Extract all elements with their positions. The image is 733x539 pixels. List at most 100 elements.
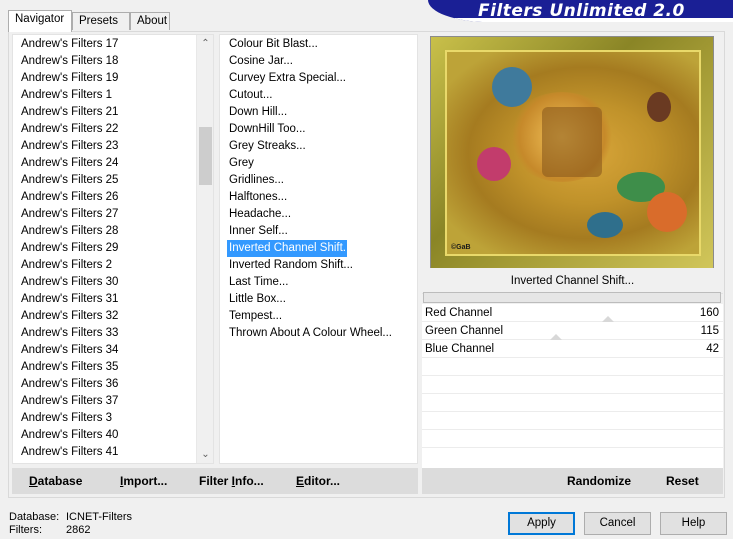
category-list[interactable]: Andrew's Filters 17 Andrew's Filters 18 An… [12,34,214,464]
tab-about[interactable]: About [130,12,170,30]
progress-bar [423,292,721,303]
filter-item[interactable]: Inverted Random Shift... [220,257,417,274]
randomize-button[interactable]: Randomize [567,474,631,488]
preview-picture: ©GaB [445,50,701,256]
category-scrollbar[interactable]: ⌃ ⌄ [196,35,213,463]
category-item[interactable]: Andrew's Filters 28 [13,223,193,240]
status-filters-label: Filters: [9,524,42,536]
selected-filter-name: Inverted Channel Shift... [422,268,723,294]
slider-value: 42 [706,343,719,355]
category-item[interactable]: Andrew's Filters 29 [13,240,193,257]
scroll-up-arrow-icon[interactable]: ⌃ [197,35,213,52]
help-button[interactable]: Help [660,512,727,535]
category-item[interactable]: Andrew's Filters 41 [13,444,193,461]
slider-value: 160 [699,307,719,319]
category-item[interactable]: Andrew's Filters 17 [13,36,193,53]
preview-flower-teal [587,212,623,238]
category-item[interactable]: Andrew's Filters 31 [13,291,193,308]
slider-label: Green Channel [425,325,503,337]
bottom-toolbar: Database Import... Filter Info... Editor… [12,468,418,494]
editor-button-label: Editor... [296,474,341,488]
filter-item[interactable]: Headache... [220,206,417,223]
filter-item[interactable]: Thrown About A Colour Wheel... [220,325,417,342]
slider-green-channel[interactable]: Green Channel 115 [422,322,723,340]
category-item[interactable]: Andrew's Filters 35 [13,359,193,376]
filter-items: Colour Bit Blast... Cosine Jar... Curvey E… [220,35,417,342]
slider-empty-row [422,376,723,394]
filter-item[interactable]: Little Box... [220,291,417,308]
filter-item[interactable]: Halftones... [220,189,417,206]
category-items: Andrew's Filters 17 Andrew's Filters 18 An… [13,36,193,463]
category-item[interactable]: Andrew's Filters 19 [13,70,193,87]
category-item[interactable]: Andrew's Filters 27 [13,206,193,223]
category-item[interactable]: Andrew's Filters 18 [13,53,193,70]
status-filters-value: 2862 [66,524,91,536]
preview-flower-orange [647,192,687,232]
slider-empty-row [422,358,723,376]
tab-navigator[interactable]: Navigator [8,10,72,32]
category-item[interactable]: Andrew's Filters 22 [13,121,193,138]
slider-label: Blue Channel [425,343,495,355]
scroll-down-arrow-icon[interactable]: ⌄ [197,446,213,463]
title-banner: Filters Unlimited 2.0 [428,0,733,22]
filter-item[interactable]: Last Time... [220,274,417,291]
category-item[interactable]: Andrew's Filters 42 [13,461,193,463]
import-button[interactable]: Import... [120,474,167,488]
parameter-toolbar: Randomize Reset [422,468,723,494]
cancel-button[interactable]: Cancel [584,512,651,535]
editor-button[interactable]: Editor... [296,474,340,488]
category-item[interactable]: Andrew's Filters 3 [13,410,193,427]
category-item[interactable]: Andrew's Filters 2 [13,257,193,274]
filter-item[interactable]: Curvey Extra Special... [220,70,417,87]
category-item[interactable]: Andrew's Filters 23 [13,138,193,155]
filter-item[interactable]: Grey Streaks... [220,138,417,155]
filter-item[interactable]: Tempest... [220,308,417,325]
preview-image: ©GaB [430,36,714,270]
filter-item[interactable]: Inner Self... [220,223,417,240]
filter-info-button[interactable]: Filter Info... [199,474,264,488]
slider-blue-channel[interactable]: Blue Channel 42 [422,340,723,358]
app-title: Filters Unlimited 2.0 [478,1,685,21]
filter-item[interactable]: Grey [220,155,417,172]
category-item[interactable]: Andrew's Filters 25 [13,172,193,189]
category-item[interactable]: Andrew's Filters 26 [13,189,193,206]
status-database: Database: ICNET-Filters [9,511,132,524]
filter-item[interactable]: Down Hill... [220,104,417,121]
slider-red-channel[interactable]: Red Channel 160 [422,304,723,322]
filter-item[interactable]: Inverted Channel Shift... [227,240,352,257]
category-item[interactable]: Andrew's Filters 21 [13,104,193,121]
filter-info-button-label: Filter Info... [199,474,264,488]
scroll-thumb[interactable] [199,127,212,185]
filter-item[interactable]: Gridlines... [220,172,417,189]
category-item[interactable]: Andrew's Filters 36 [13,376,193,393]
status-database-value: ICNET-Filters [66,511,132,523]
slider-empty-row [422,430,723,448]
status-database-label: Database: [9,511,60,523]
category-item[interactable]: Andrew's Filters 30 [13,274,193,291]
apply-button[interactable]: Apply [508,512,575,535]
database-button[interactable]: Database [29,474,82,488]
parameter-sliders: Red Channel 160 Green Channel 115 Blue C… [422,304,723,494]
category-item[interactable]: Andrew's Filters 32 [13,308,193,325]
slider-label: Red Channel [425,307,493,319]
category-item[interactable]: Andrew's Filters 24 [13,155,193,172]
category-item[interactable]: Andrew's Filters 40 [13,427,193,444]
tab-presets[interactable]: Presets [72,12,130,30]
filter-item[interactable]: Cutout... [220,87,417,104]
category-item[interactable]: Andrew's Filters 37 [13,393,193,410]
category-item[interactable]: Andrew's Filters 1 [13,87,193,104]
preview-lantern [647,92,671,122]
slider-empty-row [422,412,723,430]
preview-flower-pink [477,147,511,181]
filter-item[interactable]: Cosine Jar... [220,53,417,70]
database-button-label: Database [29,474,83,488]
status-filters: Filters: 2862 [9,524,132,537]
status-area: Database: ICNET-Filters Filters: 2862 [9,511,132,537]
filter-item[interactable]: Colour Bit Blast... [220,36,417,53]
filter-item[interactable]: DownHill Too... [220,121,417,138]
category-item[interactable]: Andrew's Filters 33 [13,325,193,342]
slider-value: 115 [700,325,719,337]
category-item[interactable]: Andrew's Filters 34 [13,342,193,359]
filter-list[interactable]: Colour Bit Blast... Cosine Jar... Curvey E… [219,34,418,464]
reset-button[interactable]: Reset [666,474,699,488]
